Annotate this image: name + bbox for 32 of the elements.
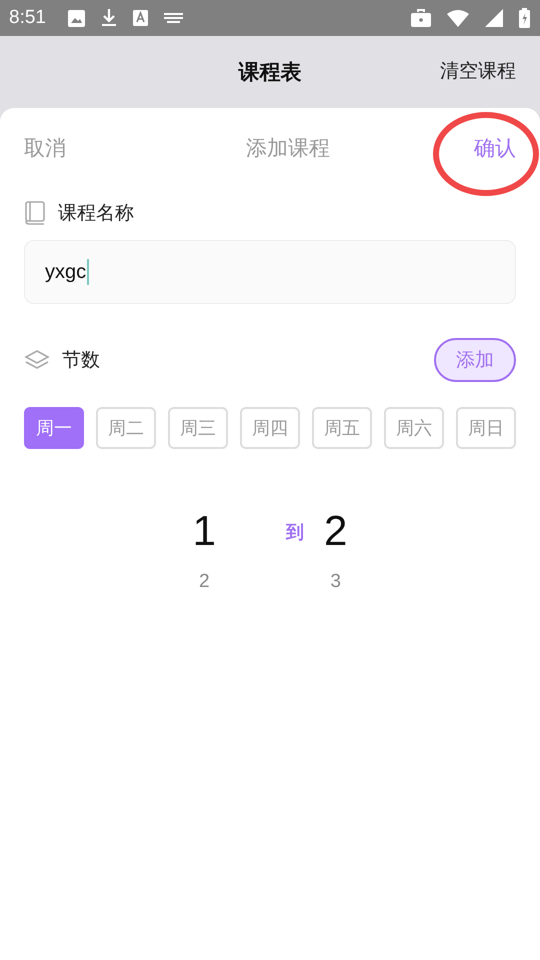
font-icon	[132, 10, 148, 26]
course-name-field[interactable]: yxgc	[24, 240, 516, 304]
battery-icon	[519, 8, 530, 28]
weekday-chip[interactable]: 周一	[24, 407, 84, 449]
book-icon	[24, 201, 46, 225]
range-separator: 到	[286, 521, 304, 544]
start-section-value[interactable]: 1	[192, 507, 216, 555]
end-section-option[interactable]: 3	[330, 571, 341, 593]
sheet-title: 添加课程	[246, 135, 330, 162]
image-icon	[68, 10, 85, 26]
page-title: 课程表	[238, 59, 302, 86]
download-icon	[100, 9, 117, 27]
signal-icon	[485, 9, 503, 27]
status-time: 8:51	[9, 7, 46, 29]
layers-icon	[24, 349, 50, 371]
weekday-chip[interactable]: 周日	[456, 407, 516, 449]
sections-label: 节数	[62, 348, 100, 373]
wifi-icon	[447, 9, 469, 27]
weekday-chip[interactable]: 周五	[312, 407, 372, 449]
weekday-chip[interactable]: 周六	[384, 407, 444, 449]
cancel-button[interactable]: 取消	[24, 134, 66, 162]
add-button[interactable]: 添加	[434, 338, 516, 382]
weekday-chip[interactable]: 周二	[96, 407, 156, 449]
start-section-option[interactable]: 2	[199, 571, 210, 593]
clear-courses-button[interactable]: 清空课程	[440, 58, 516, 84]
confirm-button[interactable]: 确认	[474, 134, 516, 162]
weekday-chip[interactable]: 周四	[240, 407, 300, 449]
briefcase-icon	[411, 9, 431, 27]
weekday-chip[interactable]: 周三	[168, 407, 228, 449]
keyboard-icon	[164, 12, 183, 24]
course-name-label: 课程名称	[58, 201, 134, 226]
end-section-value[interactable]: 2	[324, 507, 348, 555]
